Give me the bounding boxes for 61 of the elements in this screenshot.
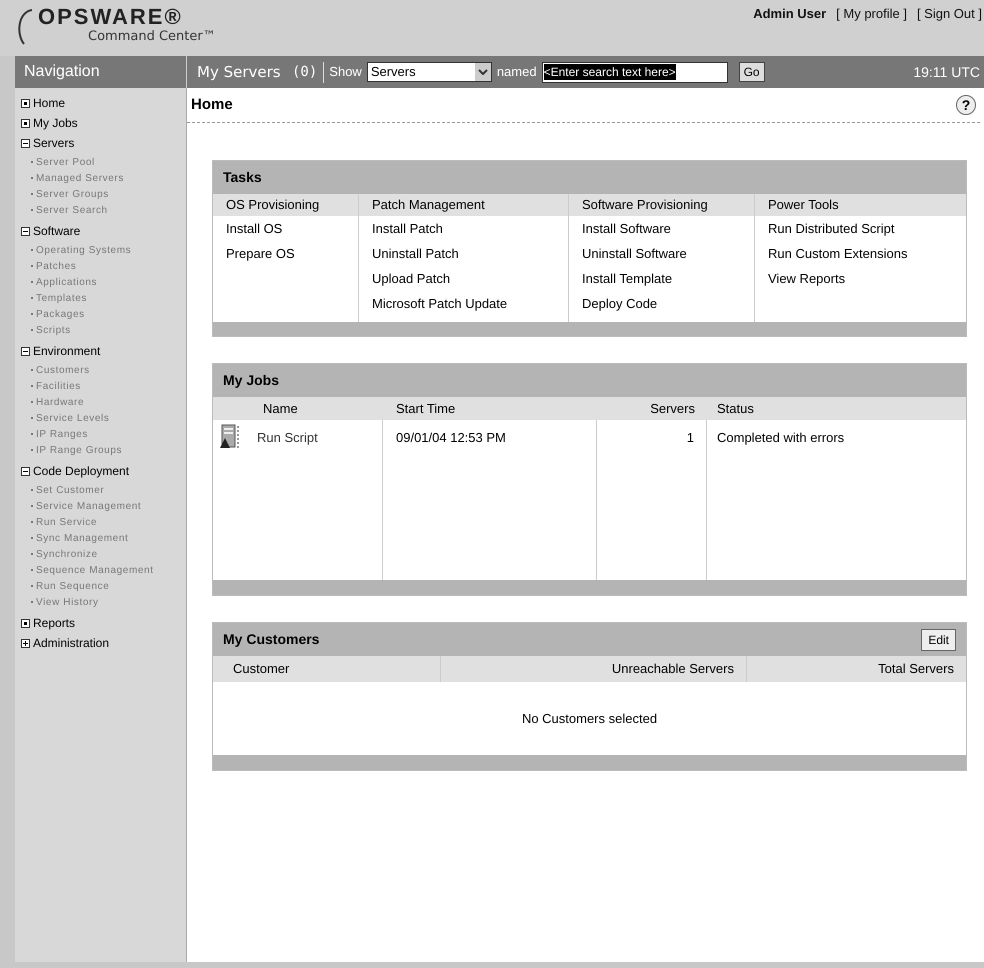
task-link[interactable]: Install Patch: [359, 216, 568, 241]
task-link[interactable]: View Reports: [755, 266, 966, 291]
table-cell-text: Completed with errors: [717, 429, 844, 447]
panel-title: Tasks: [223, 168, 262, 187]
nav-item[interactable]: My Jobs: [33, 114, 78, 132]
column-header: Patch Management: [359, 194, 568, 216]
table-cell-text: 1: [686, 429, 694, 447]
show-dropdown[interactable]: Servers: [366, 62, 492, 82]
nav-item[interactable]: Code Deployment: [33, 462, 130, 480]
user-name: Admin User: [753, 5, 826, 23]
named-label: named: [496, 63, 537, 82]
column-header: Servers: [597, 397, 707, 420]
search-field[interactable]: <Enter search text here>: [542, 62, 728, 82]
column-header: Power Tools: [755, 194, 966, 216]
column-header: Name: [213, 397, 383, 420]
header-link[interactable]: [ Sign Out ]: [916, 4, 982, 24]
column-header: Total Servers: [747, 656, 966, 682]
task-link[interactable]: Run Custom Extensions: [755, 241, 966, 266]
server-warning-icon: [219, 424, 241, 450]
logo-text: OPSWARE®: [38, 4, 184, 30]
nav-item[interactable]: Home: [33, 94, 66, 112]
table-cell-text: 09/01/04 12:53 PM: [396, 429, 506, 447]
task-link[interactable]: Upload Patch: [359, 266, 568, 291]
task-link[interactable]: Run Distributed Script: [755, 216, 966, 241]
header-link[interactable]: [ My profile ]: [836, 4, 907, 24]
logo-subtitle: Command Center™: [87, 30, 216, 44]
caret-icon: [474, 63, 491, 81]
section-title: My Servers: [197, 62, 282, 83]
nav-item[interactable]: Administration: [33, 634, 110, 652]
job-link[interactable]: Run Script: [257, 424, 318, 448]
column-header: OS Provisioning: [213, 194, 358, 216]
bullet-box-icon: [21, 118, 30, 128]
column-header: Unreachable Servers: [441, 656, 747, 682]
task-link[interactable]: Install Template: [569, 266, 754, 291]
show-label: Show: [329, 63, 362, 82]
nav-item[interactable]: Reports: [33, 614, 76, 632]
column-header: Status: [707, 397, 966, 420]
column-header: Start Time: [383, 397, 597, 420]
task-link[interactable]: Install Software: [569, 216, 754, 241]
bullet-box-icon: [21, 618, 30, 628]
task-link[interactable]: Install OS: [213, 216, 358, 241]
task-link[interactable]: Uninstall Patch: [359, 241, 568, 266]
nav-item[interactable]: Software: [33, 222, 80, 240]
panel-title: My Customers: [223, 630, 320, 649]
column-header: Software Provisioning: [569, 194, 754, 216]
go-button[interactable]: Go: [738, 62, 765, 82]
task-link[interactable]: Prepare OS: [213, 241, 358, 266]
column-header: Customer: [213, 656, 441, 682]
edit-button[interactable]: Edit: [921, 628, 956, 650]
panel-title: My Jobs: [223, 371, 280, 390]
task-link[interactable]: Microsoft Patch Update: [359, 291, 568, 316]
clock-time: 19:11 UTC: [913, 62, 980, 82]
nav-item[interactable]: Servers: [33, 134, 74, 152]
task-link[interactable]: Deploy Code: [569, 291, 754, 316]
bullet-box-icon: [21, 98, 30, 108]
page-title: Home: [191, 94, 233, 115]
task-link[interactable]: Uninstall Software: [569, 241, 754, 266]
empty-message: No Customers selected: [522, 710, 658, 728]
help-button[interactable]: ?: [956, 95, 976, 115]
server-count: (0): [292, 62, 324, 82]
nav-item[interactable]: Environment: [33, 342, 100, 360]
